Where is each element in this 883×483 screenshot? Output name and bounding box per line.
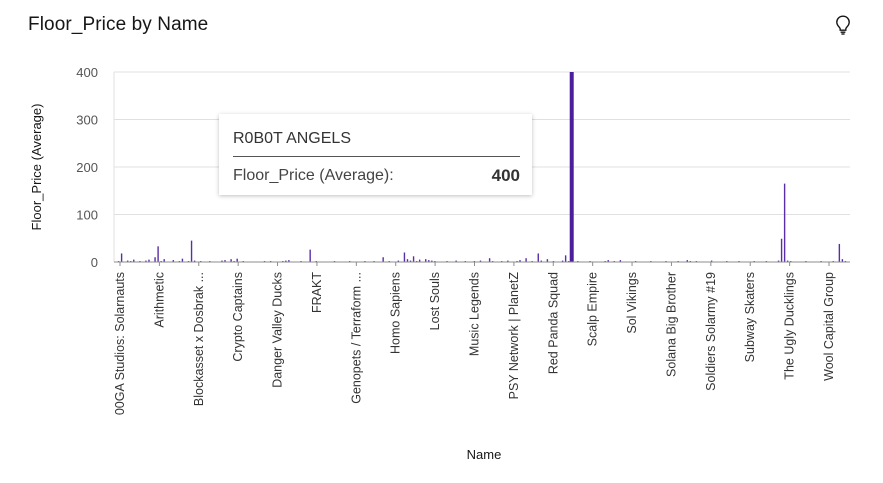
x-tick-label: Scalp Empire	[586, 272, 600, 346]
x-tick-label: Lost Souls	[428, 272, 442, 330]
x-tick-label: FRAKT	[310, 272, 324, 313]
x-tick-label: The Ugly Ducklings	[783, 272, 797, 380]
bar	[525, 258, 527, 262]
bar	[780, 238, 783, 262]
bar-chart: 0 100 200 300 400 00GA Studios: Solarnauts Ari…	[29, 65, 850, 462]
chart-card: 0 100 200 300 400 00GA Studios: Solarnauts Ari…	[0, 0, 883, 483]
x-tick-label: Homo Sapiens	[389, 272, 403, 354]
y-tick-label: 0	[91, 255, 98, 270]
bar-highlighted	[569, 72, 574, 262]
bar	[783, 183, 786, 262]
bar	[564, 255, 567, 262]
tooltip-name: R0B0T ANGELS	[233, 130, 351, 147]
bar	[838, 243, 841, 262]
y-tick-label: 400	[76, 65, 98, 80]
tooltip-label: Floor_Price (Average):	[233, 167, 394, 184]
x-tick-label: Sol Vikings	[625, 272, 639, 334]
x-axis-title: Name	[467, 447, 502, 462]
bar	[157, 246, 159, 262]
bar	[309, 249, 311, 262]
bar	[154, 257, 156, 262]
chart-title: Floor_Price by Name	[28, 14, 209, 35]
x-tick-label: Genopets / Terraform ...	[349, 272, 363, 404]
y-tick-label: 200	[76, 160, 98, 175]
x-tick-label: Soldiers Solarmy #19	[704, 272, 718, 391]
x-tick-label: Danger Valley Ducks	[271, 272, 285, 388]
bar	[537, 253, 539, 262]
x-tick-label: Arithmetic	[152, 272, 166, 328]
bar	[120, 253, 123, 262]
bar	[488, 258, 491, 262]
y-axis-title: Floor_Price (Average)	[29, 104, 44, 231]
x-tick-label: Blockasset x Dosbrak ...	[192, 272, 206, 406]
y-tick-label: 100	[76, 208, 98, 223]
tooltip-divider	[233, 156, 520, 157]
x-tick-label: PSY Network | PlanetZ	[507, 272, 521, 400]
x-tick-label: Red Panda Squad	[546, 272, 560, 374]
chart-tooltip: R0B0T ANGELS Floor_Price (Average): 400	[219, 114, 532, 195]
x-tick-label: Music Legends	[468, 272, 482, 356]
x-tick-label: Crypto Captains	[231, 272, 245, 362]
tooltip-value: 400	[491, 166, 520, 185]
x-tick-label: Solana Big Brother	[664, 272, 678, 377]
bar	[382, 257, 384, 262]
bar	[190, 240, 193, 262]
bar	[412, 256, 415, 262]
x-tick-label: Wool Capital Group	[822, 272, 836, 381]
x-tick-label: Subway Skaters	[743, 272, 757, 362]
x-tick-label: 00GA Studios: Solarnauts	[113, 272, 127, 415]
lightbulb-icon	[836, 15, 850, 35]
insight-button[interactable]	[830, 12, 856, 38]
bar	[403, 252, 406, 262]
y-tick-label: 300	[76, 113, 98, 128]
